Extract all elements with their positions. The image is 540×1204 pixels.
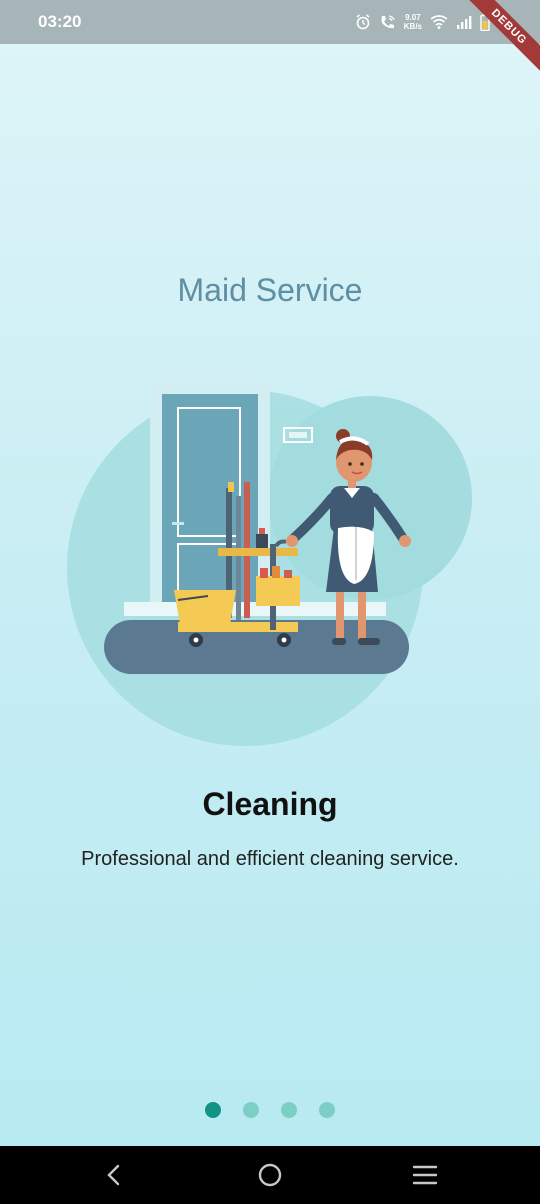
alarm-icon <box>355 14 371 30</box>
page-dot-2[interactable] <box>243 1102 259 1118</box>
page-title: Maid Service <box>177 272 363 308</box>
status-time: 03:20 <box>38 12 82 31</box>
maid-cleaning-illustration <box>60 348 480 748</box>
page-indicator <box>0 1102 540 1118</box>
home-icon[interactable] <box>255 1160 285 1190</box>
page-dot-3[interactable] <box>281 1102 297 1118</box>
menu-icon[interactable] <box>410 1160 440 1190</box>
signal-icon <box>456 14 472 30</box>
battery-icon <box>480 13 490 31</box>
wifi-calling-icon <box>379 14 396 31</box>
network-speed: 9.07 KB/s <box>404 13 422 31</box>
page-dot-1[interactable] <box>205 1102 221 1118</box>
wifi-icon <box>430 14 448 30</box>
network-speed-value: 9.07 <box>405 13 421 22</box>
system-nav-bar <box>0 1146 540 1204</box>
page-dot-4[interactable] <box>319 1102 335 1118</box>
back-icon[interactable] <box>99 1160 129 1190</box>
slide-description: Professional and efficient cleaning serv… <box>81 848 459 870</box>
slide-title: Cleaning <box>202 786 338 822</box>
status-icons: 9.07 KB/s <box>355 10 490 34</box>
network-speed-unit: KB/s <box>403 22 422 31</box>
status-bar: 03:20 9.07 KB/s <box>0 0 540 44</box>
